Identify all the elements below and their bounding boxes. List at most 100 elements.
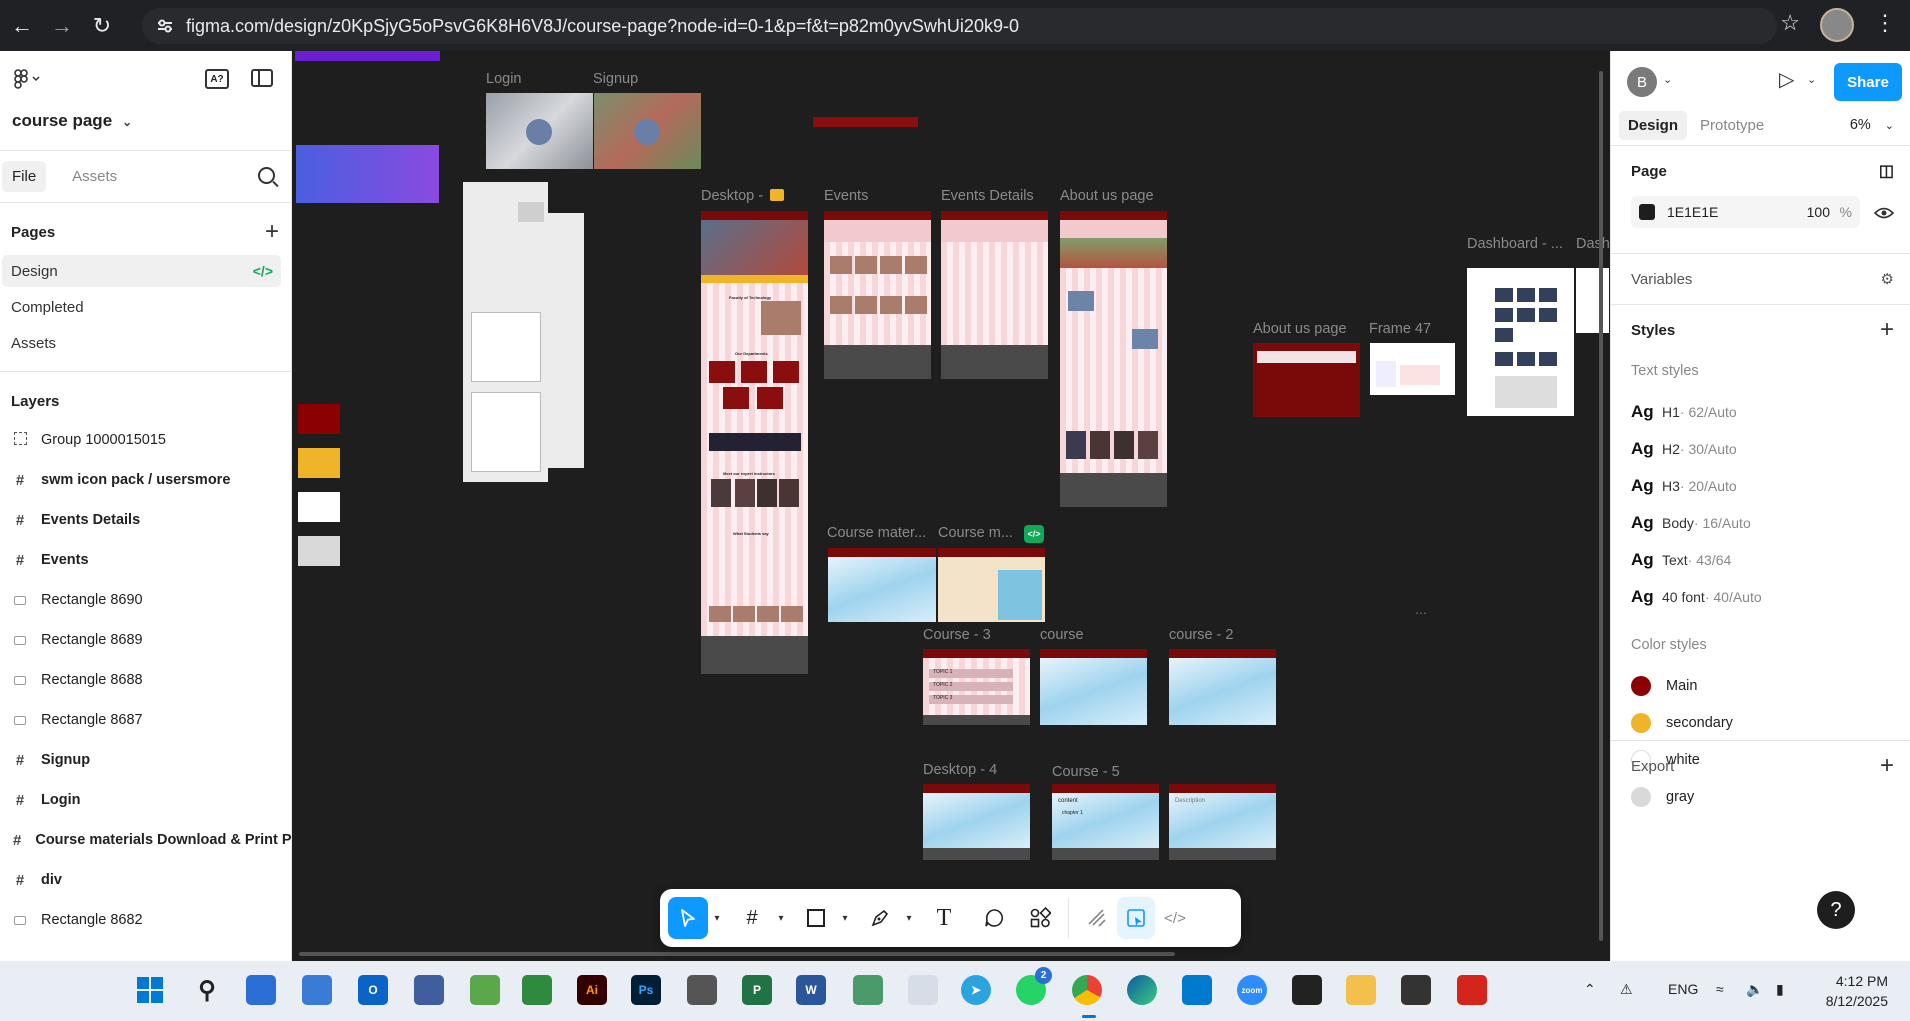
paint-icon[interactable]	[470, 975, 500, 1005]
volume-icon[interactable]: 🔈	[1746, 981, 1763, 998]
header-strip-frame[interactable]	[813, 117, 918, 127]
text-style-item[interactable]: Ag H1 · 62/Auto	[1611, 393, 1910, 430]
frame-label-course-2[interactable]: course - 2	[1169, 627, 1233, 643]
layer-item[interactable]: Rectangle 8689	[0, 620, 291, 660]
browser-menu-icon[interactable]: ⋮	[1874, 10, 1896, 36]
file-name[interactable]: course page ⌄	[12, 111, 132, 131]
frame-tool-button[interactable]: #	[732, 897, 772, 939]
swatch-rectangle-main[interactable]	[298, 404, 340, 434]
help-button[interactable]: ?	[1817, 891, 1855, 929]
actions-tool-button[interactable]	[1020, 897, 1060, 939]
green-app-icon[interactable]	[522, 975, 552, 1005]
course-frame[interactable]	[1040, 649, 1147, 725]
terminal-icon[interactable]	[1401, 975, 1431, 1005]
frame-label-about-us-2[interactable]: About us page	[1253, 321, 1347, 337]
zoom-control[interactable]: 6% ⌄	[1850, 117, 1894, 133]
frame-label-signup[interactable]: Signup	[593, 71, 638, 87]
layer-item[interactable]: # div	[0, 860, 291, 900]
frame47-frame[interactable]	[1370, 343, 1455, 395]
photoshop-icon[interactable]: Ps	[631, 975, 661, 1005]
search-icon[interactable]: ⚲	[192, 975, 222, 1005]
word-icon[interactable]: W	[796, 975, 826, 1005]
events-frame[interactable]	[824, 211, 931, 379]
tab-design[interactable]: Design	[1619, 111, 1688, 140]
swatch-rectangle-white[interactable]	[298, 492, 340, 522]
calculator-icon[interactable]	[687, 975, 717, 1005]
forward-icon[interactable]: →	[44, 8, 80, 44]
tab-assets[interactable]: Assets	[62, 161, 127, 192]
edge-icon[interactable]	[1127, 975, 1157, 1005]
shape-tool-button[interactable]	[796, 897, 836, 939]
desktop-4-frame[interactable]	[923, 784, 1030, 860]
fill-opacity[interactable]: 100	[1807, 204, 1830, 220]
frame-label-desktop-4[interactable]: Desktop - 4	[923, 762, 997, 778]
chevron-down-icon[interactable]: ▾	[900, 913, 918, 924]
share-button[interactable]: Share	[1834, 63, 1902, 101]
frame-label-about-us[interactable]: About us page	[1060, 188, 1154, 204]
vscode-icon[interactable]	[1182, 975, 1212, 1005]
horizontal-scrollbar[interactable]	[299, 952, 1175, 956]
text-style-item[interactable]: Ag Body · 16/Auto	[1611, 504, 1910, 541]
fill-swatch[interactable]	[1639, 204, 1655, 220]
text-style-item[interactable]: Ag 40 font · 40/Auto	[1611, 578, 1910, 615]
whatsapp-icon[interactable]: 2	[1016, 967, 1052, 1005]
layer-item[interactable]: Rectangle 8690	[0, 580, 291, 620]
about-us-frame-2[interactable]	[1253, 343, 1360, 417]
telegram-icon[interactable]: ➤	[961, 975, 991, 1005]
layer-item[interactable]: # swm icon pack / usersmore	[0, 460, 291, 500]
text-style-item[interactable]: Ag H3 · 20/Auto	[1611, 467, 1910, 504]
back-icon[interactable]: ←	[4, 8, 40, 44]
bookmark-star-icon[interactable]: ☆	[1780, 10, 1800, 36]
add-style-icon[interactable]: +	[1880, 316, 1894, 344]
layer-item[interactable]: # Login	[0, 780, 291, 820]
frame-label-course-3[interactable]: Course - 3	[923, 627, 991, 643]
windows-start-icon[interactable]	[135, 975, 165, 1005]
variables-header[interactable]: Variables ⚙	[1611, 254, 1910, 304]
purple-frame-partial[interactable]	[295, 51, 440, 61]
color-style-item[interactable]: Main	[1611, 667, 1910, 704]
frame-label-events-details[interactable]: Events Details	[941, 188, 1034, 204]
course-3-frame[interactable]: TOPIC 1 TOPIC 2 TOPIC 3	[923, 649, 1030, 725]
tab-prototype[interactable]: Prototype	[1691, 111, 1773, 140]
outlook-icon[interactable]: O	[358, 975, 388, 1005]
language-indicator[interactable]: ENG	[1668, 981, 1698, 997]
snipping-tool-icon[interactable]	[414, 975, 444, 1005]
reload-icon[interactable]: ↻	[84, 8, 120, 44]
acrobat-icon[interactable]	[1457, 975, 1487, 1005]
course-5-frame[interactable]: content chapter 1	[1052, 784, 1159, 860]
whiteboard-icon[interactable]	[908, 975, 938, 1005]
store-icon[interactable]	[246, 975, 276, 1005]
text-tool-button[interactable]: T	[924, 897, 964, 939]
show-hidden-icons-icon[interactable]: ⌃	[1584, 981, 1596, 998]
wireframe-frame-1[interactable]	[463, 182, 548, 482]
move-tool-button[interactable]	[668, 897, 708, 939]
swatch-rectangle-secondary[interactable]	[298, 448, 340, 478]
about-us-frame[interactable]	[1060, 211, 1167, 507]
frame-label-desktop[interactable]: Desktop -	[701, 188, 763, 204]
wireframe-frame-2[interactable]	[548, 213, 584, 468]
dev-mode-icon[interactable]: </>	[253, 263, 273, 279]
layer-item[interactable]: Group 1000015015	[0, 420, 291, 460]
battery-icon[interactable]: ▮	[1776, 981, 1784, 998]
page-item-design[interactable]: Design </>	[2, 255, 281, 287]
course-2-frame[interactable]	[1169, 649, 1276, 725]
variables-settings-icon[interactable]: ⚙	[1881, 270, 1894, 288]
dev-mode-badge-icon[interactable]: </>	[1024, 525, 1044, 543]
dashboard-frame[interactable]	[1467, 268, 1574, 416]
course-6-frame[interactable]: Description	[1169, 784, 1276, 860]
address-bar[interactable]: figma.com/design/z0KpSjyG5oPsvG6K8H6V8J/…	[142, 8, 1777, 44]
layer-item[interactable]: Rectangle 8688	[0, 660, 291, 700]
text-style-item[interactable]: Ag H2 · 30/Auto	[1611, 430, 1910, 467]
page-item-assets[interactable]: Assets	[2, 327, 281, 359]
file-explorer-icon[interactable]	[1346, 975, 1376, 1005]
signup-frame[interactable]	[594, 93, 701, 169]
dev-mode-button[interactable]: </>	[1155, 897, 1195, 939]
project-icon[interactable]: P	[742, 975, 772, 1005]
chevron-down-icon[interactable]: ⌄	[1807, 73, 1816, 86]
wifi-icon[interactable]: ≈	[1716, 981, 1724, 997]
frame-label-dashboard[interactable]: Dashboard - ...	[1467, 236, 1563, 252]
layer-item[interactable]: # Events Details	[0, 500, 291, 540]
zoom-icon[interactable]: zoom	[1237, 975, 1267, 1005]
dashboard-frame-2[interactable]	[1576, 268, 1609, 333]
tab-file[interactable]: File	[2, 161, 47, 192]
